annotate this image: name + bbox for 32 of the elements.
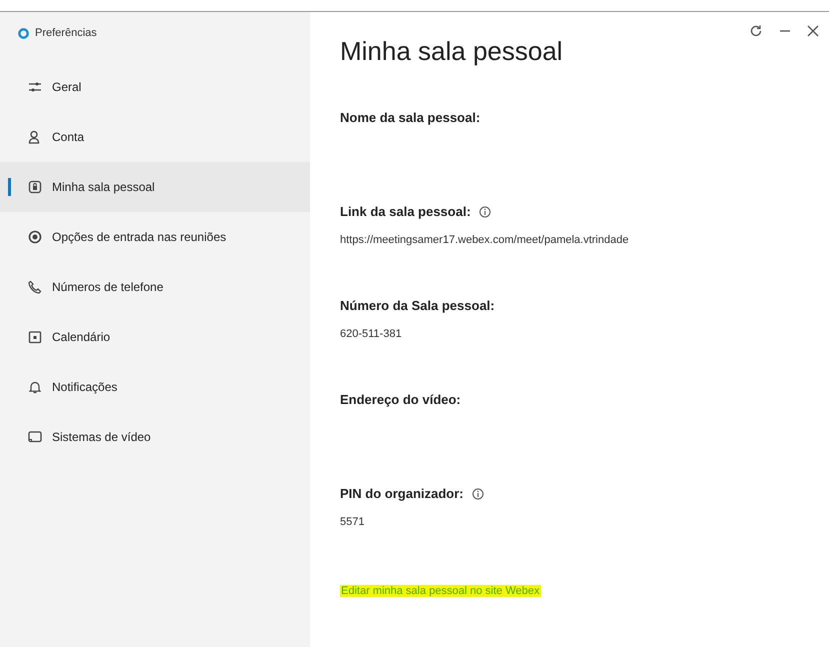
sidebar-item[interactable]: Números de telefone (0, 262, 310, 312)
info-icon[interactable] (472, 488, 484, 500)
sidebar-item[interactable]: Minha sala pessoal (0, 162, 310, 212)
sidebar-item[interactable]: Notificações (0, 362, 310, 412)
window-title: Preferências (35, 26, 97, 41)
close-icon[interactable] (807, 25, 819, 37)
field-label: Número da Sala pessoal: (340, 297, 495, 316)
lock-icon (28, 180, 42, 194)
field-label: Nome da sala pessoal: (340, 109, 480, 128)
field-value: 5571 (340, 515, 366, 530)
info-icon[interactable] (478, 206, 491, 218)
selection-indicator (8, 178, 11, 196)
monitor-icon (28, 430, 42, 444)
page-heading: Minha sala pessoal (340, 35, 563, 68)
field-label: PIN do organizador: (340, 485, 464, 504)
app-logo-icon (18, 28, 29, 38)
target-icon (28, 230, 42, 244)
sliders-icon (28, 80, 42, 94)
sidebar-item[interactable]: Opções de entrada nas reuniões (0, 212, 310, 262)
sidebar-item[interactable]: Sistemas de vídeo (0, 412, 310, 462)
field-label: Endereço do vídeo: (340, 391, 461, 410)
phone-icon (28, 280, 42, 294)
sidebar-item[interactable]: Calendário (0, 312, 310, 362)
bell-icon (28, 380, 42, 394)
field-value: 620-511-381 (340, 327, 403, 342)
refresh-icon[interactable] (749, 24, 763, 38)
calendar-icon (28, 330, 42, 344)
sidebar-item[interactable]: Conta (0, 112, 310, 162)
sidebar-item[interactable]: Geral (0, 62, 310, 112)
field-label: Link da sala pessoal: (340, 203, 471, 222)
person-icon (28, 130, 42, 144)
field-value: https://meetingsamer17.webex.com/meet/pamela.vtrindade (340, 233, 630, 248)
